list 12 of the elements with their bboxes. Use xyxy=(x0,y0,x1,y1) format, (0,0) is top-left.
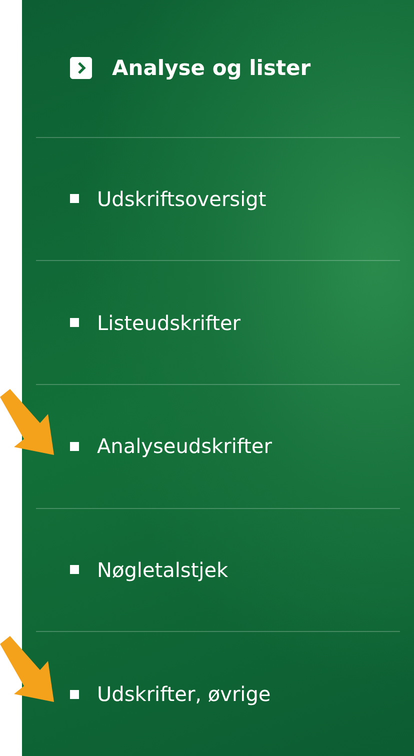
bullet-icon xyxy=(70,194,79,204)
menu-item[interactable]: Listeudskrifter xyxy=(97,310,240,335)
chevron-right-icon xyxy=(70,57,92,80)
menu-item[interactable]: Udskriftsoversigt xyxy=(97,186,266,211)
bullet-icon xyxy=(70,690,79,699)
menu-item[interactable]: Nøgletalstjek xyxy=(97,558,228,582)
menu-item[interactable]: Analyseudskrifter xyxy=(97,434,272,458)
menu-item[interactable]: Udskrifter, øvrige xyxy=(97,682,271,706)
bullet-icon xyxy=(70,442,79,451)
bullet-icon xyxy=(70,318,79,328)
menu-title: Analyse og lister xyxy=(112,56,311,80)
bullet-icon xyxy=(70,565,79,574)
